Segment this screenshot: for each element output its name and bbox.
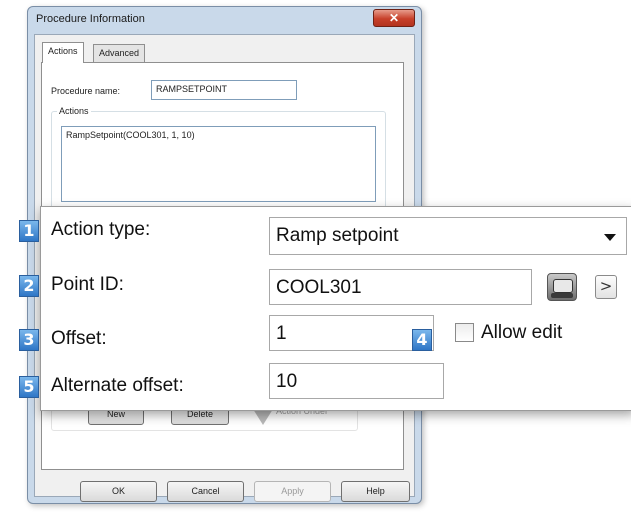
point-id-label: Point ID: — [51, 274, 124, 295]
offset-label: Offset: — [51, 328, 107, 349]
action-type-label: Action type: — [51, 219, 151, 240]
callout-badge-2: 2 — [19, 275, 39, 297]
chevron-down-icon — [604, 234, 616, 241]
allow-edit-checkbox[interactable] — [455, 323, 474, 342]
callout-badge-1: 1 — [19, 220, 39, 242]
allow-edit-label: Allow edit — [481, 322, 563, 343]
dialog-title: Procedure Information — [36, 13, 145, 25]
ok-button[interactable]: OK — [80, 481, 157, 502]
point-browser-icon[interactable] — [547, 273, 577, 301]
callout-badge-4: 4 — [412, 329, 432, 351]
action-type-value: Ramp setpoint — [276, 225, 399, 246]
alternate-offset-label: Alternate offset: — [51, 375, 184, 396]
procedure-name-input[interactable]: RAMPSETPOINT — [151, 80, 297, 100]
tab-actions[interactable]: Actions — [42, 42, 84, 63]
help-button[interactable]: Help — [341, 481, 410, 502]
actions-group-label: Actions — [57, 106, 91, 116]
alternate-offset-input[interactable]: 10 — [269, 363, 444, 399]
action-type-dropdown[interactable]: Ramp setpoint — [269, 217, 627, 255]
apply-button[interactable]: Apply — [254, 481, 331, 502]
offset-input[interactable]: 1 — [269, 315, 434, 351]
chevron-right-icon[interactable]: > — [595, 275, 617, 299]
procedure-name-label: Procedure name: — [51, 86, 121, 96]
callout-badge-3: 3 — [19, 329, 39, 351]
point-id-input[interactable]: COOL301 — [269, 269, 532, 305]
zoomed-action-details-panel: 1 Action type: Ramp setpoint 2 Point ID:… — [19, 206, 631, 411]
tab-advanced[interactable]: Advanced — [93, 44, 146, 62]
actions-list[interactable]: RampSetpoint(COOL301, 1, 10) — [61, 126, 376, 202]
close-button[interactable]: ✕ — [373, 9, 415, 27]
arrow-down-icon — [253, 409, 273, 425]
actions-list-item[interactable]: RampSetpoint(COOL301, 1, 10) — [66, 130, 371, 140]
callout-badge-5: 5 — [19, 376, 39, 398]
cancel-button[interactable]: Cancel — [167, 481, 244, 502]
